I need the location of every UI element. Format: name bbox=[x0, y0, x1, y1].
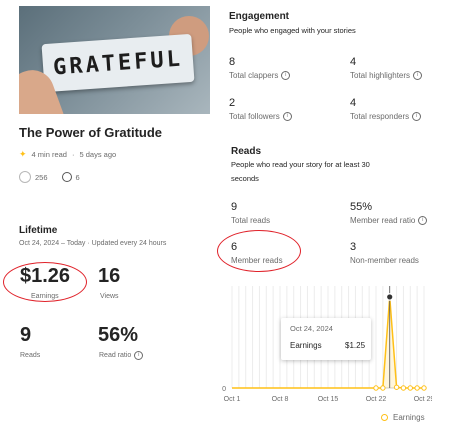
info-icon[interactable]: i bbox=[281, 71, 291, 80]
engagement-description: People who engaged with your stories bbox=[229, 26, 356, 35]
y-tick-label: 0 bbox=[222, 386, 226, 393]
responders-value: 4 bbox=[350, 97, 357, 109]
story-meta: ✦ 4 min read · 5 days ago bbox=[19, 149, 117, 159]
data-point bbox=[421, 385, 427, 391]
data-point bbox=[380, 385, 386, 391]
published-date: 5 days ago bbox=[79, 150, 117, 159]
legend-label: Earnings bbox=[393, 413, 425, 422]
member-reads-value: 6 bbox=[231, 241, 238, 253]
views-value: 16 bbox=[98, 265, 121, 287]
followers-label: Total followers i bbox=[229, 112, 292, 121]
response-icon bbox=[61, 172, 72, 182]
story-stats: 256 6 bbox=[19, 171, 80, 183]
story-image-sign: GRATEFUL bbox=[41, 33, 195, 93]
legend-swatch bbox=[381, 414, 388, 421]
member-star-icon: ✦ bbox=[19, 149, 27, 159]
tooltip-label: Earnings bbox=[290, 341, 322, 350]
info-icon[interactable]: i bbox=[418, 216, 428, 225]
x-tick-label: Oct 15 bbox=[318, 396, 339, 403]
member-ratio-label: Member read ratio i bbox=[350, 216, 428, 225]
clappers-label: Total clappers i bbox=[229, 71, 291, 80]
x-tick-label: Oct 29 bbox=[414, 396, 432, 403]
tooltip-date: Oct 24, 2024 bbox=[290, 324, 333, 333]
x-tick-label: Oct 22 bbox=[366, 396, 387, 403]
story-image: GRATEFUL bbox=[19, 6, 210, 114]
info-icon[interactable]: i bbox=[282, 112, 292, 121]
read-ratio-value: 56% bbox=[98, 324, 139, 346]
total-reads-label: Total reads bbox=[231, 216, 271, 225]
nonmember-reads-label: Non-member reads bbox=[350, 256, 419, 265]
earnings-label: Earnings bbox=[31, 293, 59, 300]
data-point bbox=[414, 385, 420, 391]
engagement-heading: Engagement bbox=[229, 11, 290, 22]
clap-count: 256 bbox=[35, 172, 48, 182]
data-point-active bbox=[385, 293, 394, 301]
data-point bbox=[400, 385, 407, 391]
info-icon[interactable]: i bbox=[413, 71, 423, 80]
followers-value: 2 bbox=[229, 97, 236, 109]
chart-legend: Earnings bbox=[381, 413, 425, 422]
reads-label: Reads bbox=[20, 352, 41, 359]
views-label: Views bbox=[100, 293, 119, 300]
highlighters-label: Total highlighters i bbox=[350, 71, 423, 80]
chart-tooltip: Oct 24, 2024 Earnings $1.25 bbox=[281, 318, 371, 360]
data-point bbox=[393, 384, 400, 390]
reads-description: People who read your story for at least … bbox=[231, 160, 370, 183]
data-point bbox=[373, 385, 379, 391]
earnings-value: $1.26 bbox=[20, 265, 71, 287]
info-icon[interactable]: i bbox=[134, 351, 144, 360]
lifetime-heading: Lifetime bbox=[19, 225, 58, 236]
tooltip-value: $1.25 bbox=[345, 341, 366, 350]
nonmember-reads-value: 3 bbox=[350, 241, 357, 253]
clap-icon bbox=[19, 171, 31, 183]
lifetime-range: Oct 24, 2024 – Today · Updated every 24 … bbox=[19, 240, 167, 247]
x-tick-label: Oct 8 bbox=[272, 396, 289, 403]
member-reads-annotation-circle bbox=[217, 230, 301, 272]
clappers-value: 8 bbox=[229, 56, 236, 68]
member-reads-label: Member reads bbox=[231, 256, 283, 265]
x-tick-label: Oct 1 bbox=[224, 396, 241, 403]
response-count: 6 bbox=[75, 172, 80, 182]
reads-heading: Reads bbox=[231, 146, 262, 157]
info-icon[interactable]: i bbox=[412, 112, 422, 121]
responders-label: Total responders i bbox=[350, 112, 422, 121]
total-reads-value: 9 bbox=[231, 201, 238, 213]
read-time: 4 min read bbox=[31, 150, 67, 159]
member-ratio-value: 55% bbox=[350, 201, 373, 213]
data-point bbox=[407, 385, 413, 391]
reads-value: 9 bbox=[20, 324, 32, 346]
story-title[interactable]: The Power of Gratitude bbox=[19, 125, 162, 140]
highlighters-value: 4 bbox=[350, 56, 357, 68]
read-ratio-label: Read ratio i bbox=[99, 351, 144, 360]
